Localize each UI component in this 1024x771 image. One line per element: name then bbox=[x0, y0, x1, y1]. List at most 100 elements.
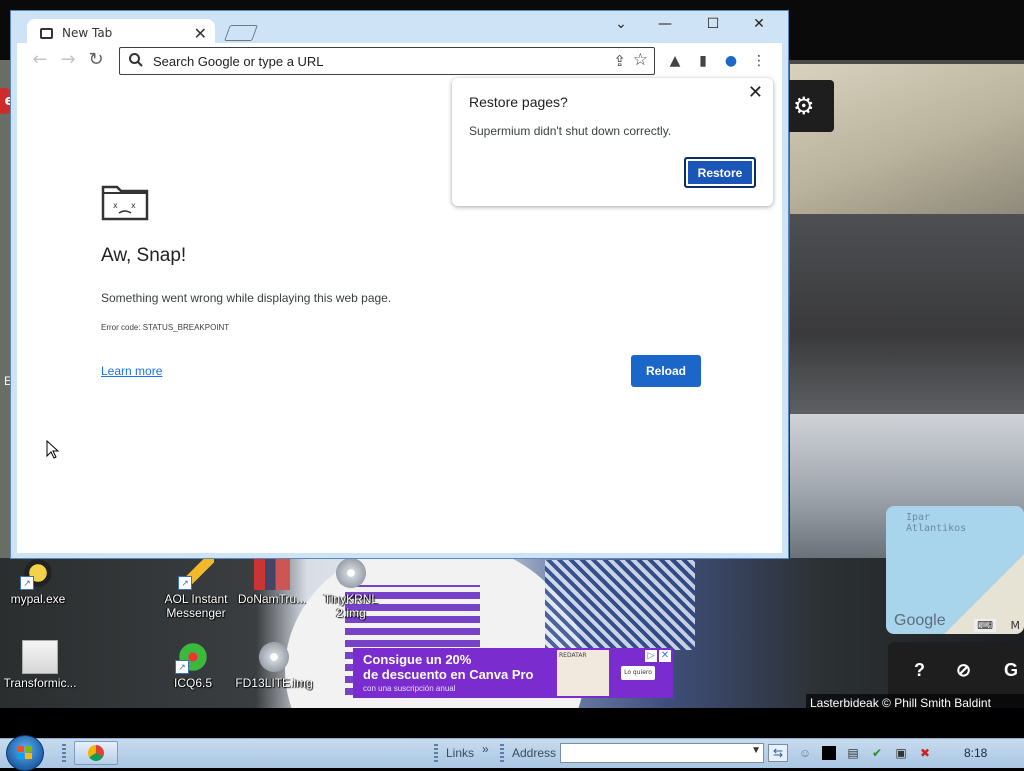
toolbar-grip[interactable] bbox=[62, 744, 66, 762]
ad-cta-button[interactable]: Lo quiero bbox=[621, 666, 655, 680]
menu-kebab-icon[interactable]: ⋮ bbox=[749, 51, 769, 71]
new-tab-button[interactable] bbox=[224, 25, 258, 41]
tray-console-icon[interactable] bbox=[822, 746, 836, 760]
ad-close-icon[interactable]: ✕ bbox=[659, 650, 671, 662]
map-ocean-label: Ipar Atlantikos bbox=[906, 512, 967, 534]
minimize-button[interactable]: — bbox=[645, 13, 685, 35]
desktop-icon-tinykrnl[interactable]: TinyKRNL 2.img bbox=[318, 556, 384, 620]
close-icon[interactable]: ✕ bbox=[748, 82, 763, 103]
side-panel-icon[interactable]: ▮ bbox=[693, 51, 713, 71]
mouse-cursor-icon bbox=[46, 440, 60, 459]
desktop-icon-donamtru[interactable]: DoNamTru... bbox=[236, 556, 308, 606]
error-message: Something went wrong while displaying th… bbox=[101, 291, 392, 305]
toolbar-grip[interactable] bbox=[434, 744, 438, 762]
tab-title: New Tab bbox=[62, 26, 113, 40]
go-arrows-icon[interactable]: ⇆ bbox=[768, 744, 788, 762]
wallpaper-shirt bbox=[545, 560, 695, 650]
search-icon bbox=[129, 53, 143, 67]
icq-flower-icon: ↗ bbox=[175, 640, 211, 674]
maximize-button[interactable]: ☐ bbox=[693, 13, 733, 35]
links-toolbar-label[interactable]: Links bbox=[446, 746, 474, 760]
chevron-icon[interactable]: » bbox=[482, 742, 489, 756]
share-icon[interactable]: ⇪ bbox=[613, 52, 626, 70]
desktop-icon-label: ICQ6.5 bbox=[173, 676, 212, 690]
profile-avatar-icon[interactable]: ● bbox=[721, 51, 741, 71]
browser-toolbar: ← → ↻ Search Google or type a URL ⇪ ☆ ▲ … bbox=[17, 43, 782, 79]
desktop-icon-label: Transformic... bbox=[3, 676, 77, 690]
restore-message: Supermium didn't shut down correctly. bbox=[469, 124, 672, 138]
reload-icon[interactable]: ↻ bbox=[85, 49, 107, 71]
google-logo: Google bbox=[894, 612, 946, 629]
omnibox-input[interactable]: Search Google or type a URL ⇪ ☆ bbox=[119, 47, 655, 75]
sad-tab-icon: x x bbox=[101, 185, 149, 221]
address-input[interactable]: ▼ bbox=[560, 743, 764, 763]
tray-network-icon[interactable]: ▣ bbox=[894, 746, 908, 760]
desktop-icon-label: mypal.exe bbox=[10, 592, 66, 606]
close-window-button[interactable]: ✕ bbox=[739, 13, 779, 35]
taskbar-browser-button[interactable] bbox=[74, 741, 118, 765]
desktop-icon-fd13lite[interactable]: FD13LITE.img bbox=[234, 640, 314, 690]
compass-icon[interactable]: ⊘ bbox=[956, 660, 971, 681]
shortcut-arrow-icon: ↗ bbox=[20, 576, 34, 590]
forward-arrow-icon[interactable]: → bbox=[57, 49, 79, 71]
desktop-icon-icq[interactable]: ↗ ICQ6.5 bbox=[160, 640, 226, 690]
dropdown-arrow-icon[interactable]: ▼ bbox=[751, 745, 761, 756]
learn-more-link[interactable]: Learn more bbox=[101, 364, 162, 378]
shortcut-arrow-icon: ↗ bbox=[175, 660, 189, 674]
start-button[interactable] bbox=[6, 735, 44, 771]
error-title: Aw, Snap! bbox=[101, 245, 187, 266]
clock[interactable]: 8:18 bbox=[964, 746, 987, 760]
tray-app-icon[interactable]: ☺ bbox=[798, 746, 812, 760]
restore-button[interactable]: Restore bbox=[684, 157, 756, 188]
disk-image-icon bbox=[256, 640, 292, 674]
aim-icon: ↗ bbox=[178, 556, 214, 590]
tab-search-icon[interactable]: ⌄ bbox=[601, 13, 641, 35]
tray-document-icon[interactable]: ▤ bbox=[846, 746, 860, 760]
desktop-icon-aim[interactable]: ↗ AOL Instant Messenger bbox=[160, 556, 232, 620]
toolbar-grip[interactable] bbox=[500, 744, 504, 762]
wallpaper-black-band bbox=[0, 708, 1024, 738]
gear-icon: ⚙ bbox=[793, 92, 815, 120]
desktop-icon-label: DoNamTru... bbox=[237, 592, 307, 606]
donamtru-icon bbox=[254, 556, 290, 590]
map-text-fragment: M bbox=[1010, 619, 1021, 632]
wallpaper-wall bbox=[790, 214, 1024, 414]
back-arrow-icon[interactable]: ← bbox=[29, 49, 51, 71]
restore-pages-bubble: Restore pages? Supermium didn't shut dow… bbox=[452, 78, 773, 206]
ad-info-icon[interactable]: ▷ bbox=[645, 650, 657, 662]
desktop-icon-mypal[interactable]: ↗ mypal.exe bbox=[6, 556, 70, 606]
disk-image-icon bbox=[333, 556, 369, 590]
desktop-icon-label: AOL Instant Messenger bbox=[164, 592, 228, 620]
ad-product-label: REDATAR bbox=[559, 652, 587, 659]
desktop-icon-transformic[interactable]: Transformic... bbox=[0, 640, 80, 690]
ad-product-image: REDATAR bbox=[557, 650, 609, 696]
ad-subheadline: de descuento en Canva Pro bbox=[363, 667, 534, 682]
ad-headline: Consigue un 20% bbox=[363, 652, 472, 667]
partial-control-icon[interactable]: G bbox=[1004, 660, 1018, 681]
error-code: Error code: STATUS_BREAKPOINT bbox=[101, 323, 230, 332]
bookmark-star-icon[interactable]: ☆ bbox=[633, 50, 648, 70]
svg-text:x: x bbox=[131, 201, 136, 210]
restore-title: Restore pages? bbox=[469, 94, 568, 110]
package-icon bbox=[22, 640, 58, 674]
windows-flag-icon bbox=[17, 746, 32, 759]
tab-close-icon[interactable]: ✕ bbox=[194, 24, 207, 43]
taskbar: Links » Address ▼ ⇆ ☺ ▤ ✔ ▣ ✖ 8:18 bbox=[0, 735, 1024, 771]
minimap[interactable]: Ipar Atlantikos Google ⌨ M bbox=[886, 506, 1024, 634]
labs-flask-icon[interactable]: ▲ bbox=[665, 51, 685, 71]
ad-fineprint: con una suscripción anual bbox=[363, 684, 456, 693]
help-icon[interactable]: ? bbox=[914, 660, 925, 681]
tray-volume-muted-icon[interactable]: ✖ bbox=[918, 746, 932, 760]
keyboard-icon: ⌨ bbox=[974, 619, 996, 632]
address-toolbar-label: Address bbox=[512, 746, 557, 760]
browser-app-icon bbox=[88, 745, 104, 761]
omnibox-placeholder: Search Google or type a URL bbox=[153, 54, 324, 69]
desktop-icon-label: TinyKRNL 2.img bbox=[323, 592, 379, 620]
canva-ad-banner[interactable]: Consigue un 20% de descuento en Canva Pr… bbox=[353, 648, 673, 698]
shortcut-arrow-icon: ↗ bbox=[178, 576, 192, 590]
svg-text:x: x bbox=[113, 201, 118, 210]
tray-security-icon[interactable]: ✔ bbox=[870, 746, 884, 760]
mypal-icon: ↗ bbox=[20, 556, 56, 590]
new-tab-favicon-icon bbox=[40, 28, 53, 39]
reload-button[interactable]: Reload bbox=[631, 355, 701, 387]
